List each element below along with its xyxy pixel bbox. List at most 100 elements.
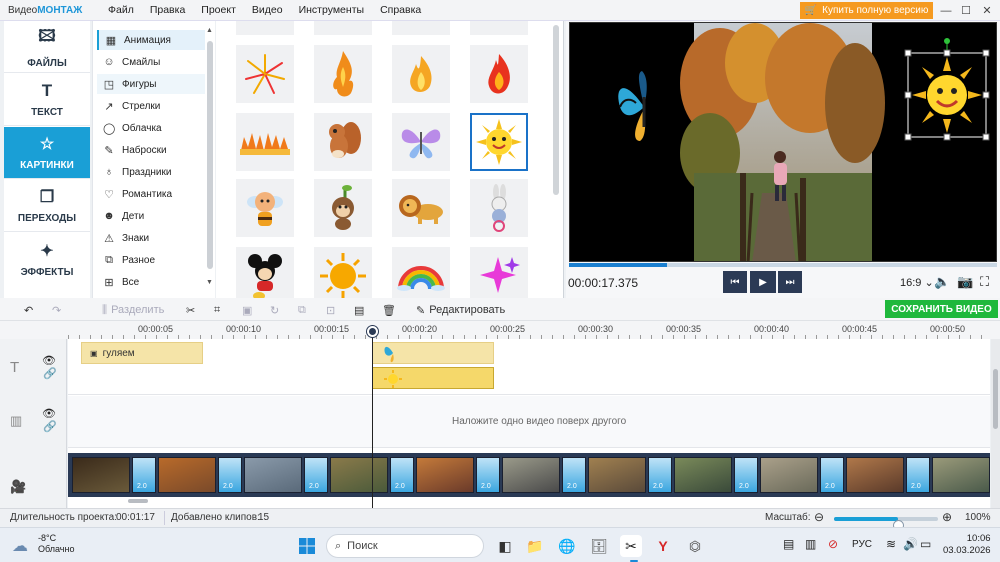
menu-file[interactable]: Файл — [100, 4, 142, 16]
gallery-item-fire-red[interactable] — [470, 45, 528, 103]
transition-marker[interactable]: 2.0 — [820, 457, 844, 493]
delete-button[interactable]: 🗑 — [382, 302, 396, 318]
link-icon[interactable]: 🔗 — [43, 367, 57, 380]
clock[interactable]: 10:06 03.03.2026 — [943, 533, 991, 557]
video-clip-thumbnail[interactable] — [502, 457, 560, 493]
transition-marker[interactable]: 2.0 — [476, 457, 500, 493]
gallery-item-sun[interactable] — [314, 247, 372, 298]
transition-marker[interactable]: 2.0 — [906, 457, 930, 493]
video-montage-app-icon[interactable]: ✂ — [620, 535, 642, 557]
gallery-item[interactable] — [470, 21, 528, 35]
gallery-item-sparkles[interactable] — [470, 247, 528, 298]
volume-icon[interactable]: 🔈 — [934, 274, 950, 290]
gallery-item-fire-row[interactable] — [236, 113, 294, 171]
link-icon[interactable]: 🔗 — [43, 420, 57, 433]
category-kids[interactable]: ☻ Дети — [97, 206, 205, 226]
battery-icon[interactable]: ▭ — [920, 537, 931, 551]
cloud-icon[interactable]: ☁ — [12, 536, 28, 556]
category-all[interactable]: ⊞ Все — [97, 272, 205, 292]
gallery-item-squirrel[interactable] — [314, 113, 372, 171]
tray-display-icon[interactable]: ▥ — [805, 537, 816, 551]
menu-tools[interactable]: Инструменты — [291, 4, 372, 16]
input-language[interactable]: РУС — [852, 539, 872, 550]
film-reel-icon[interactable]: ⏣ — [684, 535, 706, 557]
eye-icon[interactable]: 👁 — [42, 407, 56, 420]
video-clip-thumbnail[interactable] — [674, 457, 732, 493]
gallery-item-monkey[interactable] — [314, 179, 372, 237]
volume-icon[interactable]: 🔊 — [903, 537, 918, 551]
gallery-item[interactable] — [236, 21, 294, 35]
tray-app-icon[interactable]: ▤ — [783, 537, 794, 551]
crop-button[interactable]: ⌗ — [214, 302, 220, 318]
eye-icon[interactable]: 👁 — [42, 354, 56, 367]
save-video-button[interactable]: СОХРАНИТЬ ВИДЕО — [885, 300, 998, 318]
sun-clip[interactable] — [372, 367, 494, 389]
preview-progress-bar[interactable] — [569, 263, 997, 267]
video-clip-thumbnail[interactable] — [416, 457, 474, 493]
tab-files[interactable]: 🖾 ФАЙЛЫ — [4, 21, 90, 73]
category-bubbles[interactable]: ◯ Облачка — [97, 118, 205, 138]
category-shapes[interactable]: ◳ Фигуры — [97, 74, 205, 94]
buy-full-version-button[interactable]: 🛒 Купить полную версию — [800, 2, 933, 19]
scrollbar-thumb[interactable] — [207, 41, 213, 269]
gallery-scrollbar[interactable] — [553, 25, 559, 195]
video-clip-thumbnail[interactable] — [330, 457, 388, 493]
category-scrollbar[interactable]: ▲ ▼ — [206, 27, 214, 293]
snapshot-icon[interactable]: 📷 — [957, 274, 973, 290]
zoom-out-icon[interactable]: ⊖ — [814, 510, 824, 524]
video-clip-thumbnail[interactable] — [932, 457, 990, 493]
tab-transitions[interactable]: ❐ ПЕРЕХОДЫ — [4, 180, 90, 232]
rotate-button[interactable]: ↻ — [270, 302, 279, 318]
video-clip-thumbnail[interactable] — [72, 457, 130, 493]
previous-button[interactable]: ⏮ — [723, 271, 747, 293]
playhead-handle[interactable] — [367, 326, 378, 337]
next-button[interactable]: ⏭ — [778, 271, 802, 293]
tab-pictures[interactable]: ☆ КАРТИНКИ — [4, 127, 90, 179]
transition-marker[interactable]: 2.0 — [132, 457, 156, 493]
video-clip-thumbnail[interactable] — [244, 457, 302, 493]
gallery-item-rainbow[interactable] — [392, 247, 450, 298]
gallery-item[interactable] — [314, 21, 372, 35]
minimize-button[interactable]: — — [935, 2, 957, 19]
tab-text[interactable]: T ТЕКСТ — [4, 74, 90, 126]
aspect-ratio-select[interactable]: 16:9 ⌄ — [900, 276, 934, 289]
overlay-track[interactable]: Наложите одно видео поверх другого — [68, 396, 990, 448]
butterfly-clip[interactable] — [372, 342, 494, 364]
scrollbar-thumb[interactable] — [993, 369, 998, 429]
category-holidays[interactable]: ♁ Праздники — [97, 162, 205, 182]
gallery-item-fire[interactable] — [392, 45, 450, 103]
transition-marker[interactable]: 2.0 — [734, 457, 758, 493]
capture-button[interactable]: ⊡ — [326, 302, 335, 318]
text-clip[interactable]: ▣ гуляем — [81, 342, 203, 364]
yandex-browser-icon[interactable]: Y — [652, 535, 674, 557]
gallery-item-flame[interactable] — [314, 45, 372, 103]
category-misc[interactable]: ⧉ Разное — [97, 250, 205, 270]
category-signs[interactable]: ⚠ Знаки — [97, 228, 205, 248]
preview-screen[interactable] — [569, 22, 997, 262]
menu-video[interactable]: Видео — [244, 4, 291, 16]
gallery-item-mickey[interactable] — [236, 247, 294, 298]
zoom-slider[interactable] — [834, 517, 938, 531]
tab-effects[interactable]: ✦ ЭФФЕКТЫ — [4, 233, 90, 285]
transition-marker[interactable]: 2.0 — [390, 457, 414, 493]
play-button[interactable]: ▶ — [750, 271, 776, 293]
add-clip-button[interactable]: ▤ — [354, 302, 364, 318]
tray-alert-icon[interactable]: ⊘ — [828, 537, 838, 551]
category-arrows[interactable]: ↗ Стрелки — [97, 96, 205, 116]
video-clip-thumbnail[interactable] — [846, 457, 904, 493]
undo-button[interactable]: ↶ — [24, 302, 33, 318]
maximize-button[interactable]: ☐ — [955, 2, 977, 19]
transition-marker[interactable]: 2.0 — [562, 457, 586, 493]
gallery-item-lion[interactable] — [392, 179, 450, 237]
category-romance[interactable]: ♡ Романтика — [97, 184, 205, 204]
fullscreen-icon[interactable]: ⛶ — [980, 274, 989, 290]
usb-tool-icon[interactable]: 🗄 — [588, 535, 610, 557]
menu-edit[interactable]: Правка — [142, 4, 193, 16]
gallery-item-butterfly[interactable] — [392, 113, 450, 171]
category-animation[interactable]: ▦ Анимация — [97, 30, 205, 50]
video-clip-thumbnail[interactable] — [158, 457, 216, 493]
cut-button[interactable]: ✂ — [186, 302, 195, 318]
scroll-up-icon[interactable]: ▲ — [206, 27, 213, 34]
task-view-icon[interactable]: ◧ — [494, 535, 516, 557]
split-button[interactable]: ⫼ Разделить — [102, 302, 164, 318]
